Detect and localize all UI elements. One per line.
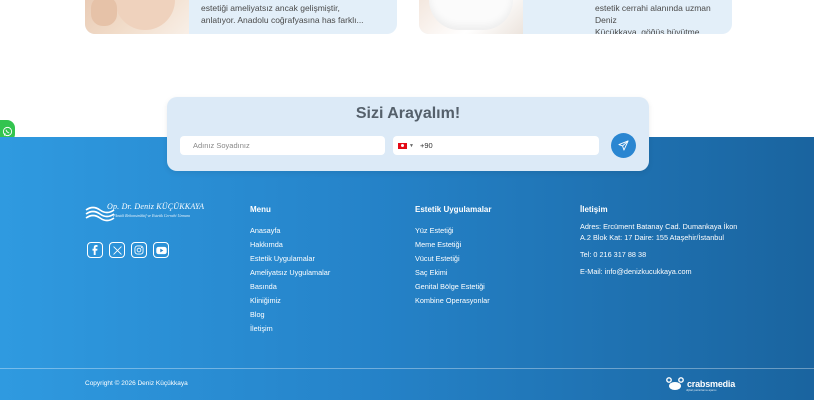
aesthetic-link-face[interactable]: Yüz Estetiği	[415, 224, 490, 238]
name-input[interactable]	[180, 136, 385, 155]
callback-title: Sizi Arayalım!	[355, 105, 461, 122]
aesthetic-link-body[interactable]: Vücut Estetiği	[415, 252, 490, 266]
agency-sub: dijital pazarlama ajansı	[686, 388, 717, 392]
contact-email[interactable]: E-Mail: info@denizkucukkaya.com	[580, 266, 740, 277]
excerpt-line: anlatıyor. Anadolu coğrafyasına has fark…	[201, 15, 364, 25]
aesthetic-list: Yüz Estetiği Meme Estetiği Vücut Estetiğ…	[415, 224, 490, 308]
blog-card-excerpt: estetiği ameliyatsız ancak gelişmiştir, …	[201, 2, 387, 26]
aesthetic-link-breast[interactable]: Meme Estetiği	[415, 238, 490, 252]
callback-form: Sizi Arayalım! ▼ +90	[167, 97, 649, 171]
menu-link-blog[interactable]: Blog	[250, 308, 330, 322]
phone-input[interactable]: ▼ +90	[393, 136, 599, 155]
footer-divider	[0, 368, 814, 369]
aesthetic-link-combined[interactable]: Kombine Operasyonlar	[415, 294, 490, 308]
menu-link-contact[interactable]: İletişim	[250, 322, 330, 336]
excerpt-line: estetiği ameliyatsız ancak gelişmiştir,	[201, 3, 340, 13]
page: estetiği ameliyatsız ancak gelişmiştir, …	[0, 0, 814, 400]
menu-link-home[interactable]: Anasayfa	[250, 224, 330, 238]
contact-info: Adres: Ercüment Batanay Cad. Dumankaya İ…	[580, 221, 740, 283]
send-icon	[618, 140, 629, 151]
blog-card-image	[85, 0, 189, 34]
menu-link-clinic[interactable]: Kliniğimiz	[250, 294, 330, 308]
blog-card-image	[419, 0, 523, 34]
whatsapp-icon	[2, 126, 13, 136]
site-logo[interactable]: Op. Dr. Deniz KÜÇÜKKAYA Plastik Rekonstr…	[85, 202, 205, 224]
menu-link-press[interactable]: Basında	[250, 280, 330, 294]
blog-card-excerpt: estetik cerrahi alanında uzman Deniz Küç…	[595, 2, 723, 34]
menu-title: Menu	[250, 205, 271, 214]
excerpt-line: Küçükkaya, göğüs büyütme hakkında...	[595, 27, 700, 34]
copyright: Copyright © 2026 Deniz Küçükkaya	[85, 380, 188, 387]
crab-icon	[666, 377, 684, 390]
send-button[interactable]	[611, 133, 636, 158]
agency-logo[interactable]: crabsmedia dijital pazarlama ajansı	[666, 375, 735, 393]
instagram-icon[interactable]	[131, 242, 147, 258]
facebook-icon[interactable]	[87, 242, 103, 258]
contact-phone[interactable]: Tel: 0 216 317 88 38	[580, 249, 740, 260]
menu-link-aesthetic[interactable]: Estetik Uygulamalar	[250, 252, 330, 266]
logo-name: Op. Dr. Deniz KÜÇÜKKAYA	[107, 202, 205, 211]
contact-address: Adres: Ercüment Batanay Cad. Dumankaya İ…	[580, 222, 738, 242]
turkey-flag-icon[interactable]	[398, 142, 407, 149]
menu-link-nonsurgical[interactable]: Ameliyatsız Uygulamalar	[250, 266, 330, 280]
menu-link-about[interactable]: Hakkımda	[250, 238, 330, 252]
aesthetic-link-genital[interactable]: Genital Bölge Estetiği	[415, 280, 490, 294]
blog-card-2[interactable]: estetik cerrahi alanında uzman Deniz Küç…	[419, 0, 732, 34]
youtube-icon[interactable]	[153, 242, 169, 258]
logo-tagline: Plastik Rekonstrüktif ve Estetik Cerrahi…	[113, 213, 190, 218]
chevron-down-icon[interactable]: ▼	[409, 143, 414, 149]
phone-prefix: +90	[419, 141, 433, 150]
aesthetic-link-hair[interactable]: Saç Ekimi	[415, 266, 490, 280]
menu-list: Anasayfa Hakkımda Estetik Uygulamalar Am…	[250, 224, 330, 336]
excerpt-line: estetik cerrahi alanında uzman Deniz	[595, 3, 711, 25]
aesthetic-title: Estetik Uygulamalar	[415, 205, 492, 214]
contact-title: İletişim	[580, 205, 608, 214]
blog-card-1[interactable]: estetiği ameliyatsız ancak gelişmiştir, …	[85, 0, 397, 34]
x-icon[interactable]	[109, 242, 125, 258]
